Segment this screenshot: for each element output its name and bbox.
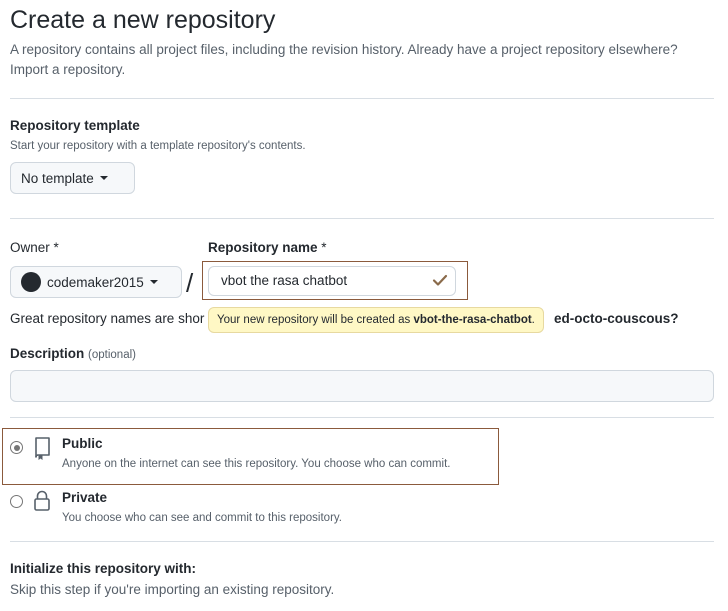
description-label: Description (optional) — [10, 346, 136, 361]
private-radio[interactable] — [10, 495, 23, 508]
owner-value: codemaker2015 — [47, 274, 144, 290]
required-mark: * — [53, 240, 59, 255]
suggested-name-link[interactable]: ed-octo-couscous? — [554, 311, 679, 326]
divider — [10, 541, 714, 542]
owner-select-button[interactable]: codemaker2015 — [10, 266, 182, 298]
template-select-label: No template — [21, 170, 94, 186]
public-help: Anyone on the internet can see this repo… — [62, 458, 451, 470]
initialize-label: Initialize this repository with: — [10, 561, 197, 576]
template-label: Repository template — [10, 118, 140, 133]
description-input[interactable] — [10, 370, 714, 402]
owner-label: Owner * — [10, 240, 59, 255]
tooltip-suffix: . — [531, 314, 535, 326]
template-select-button[interactable]: No template — [10, 162, 135, 194]
public-radio[interactable] — [10, 441, 23, 454]
optional-mark: (optional) — [88, 349, 136, 361]
avatar — [21, 272, 41, 292]
divider — [10, 98, 714, 99]
import-repository-link[interactable]: Import a repository. — [10, 62, 125, 77]
owner-repo-separator: / — [186, 268, 194, 298]
suggestion-prefix: Great repository names are shor — [10, 311, 205, 326]
description-label-text: Description — [10, 346, 85, 361]
lock-icon — [34, 490, 50, 511]
owner-label-text: Owner — [10, 240, 50, 255]
chevron-down-icon — [149, 280, 158, 284]
tooltip-prefix: Your new repository will be created as — [217, 314, 414, 326]
required-mark: * — [321, 240, 327, 255]
checkmark-icon — [432, 274, 448, 286]
page-subtitle: A repository contains all project files,… — [10, 40, 710, 80]
repo-name-tooltip: Your new repository will be created as v… — [208, 307, 544, 333]
repo-name-label-text: Repository name — [208, 240, 318, 255]
template-help: Start your repository with a template re… — [10, 140, 306, 152]
chevron-down-icon — [99, 176, 108, 180]
initialize-help: Skip this step if you're importing an ex… — [10, 582, 335, 597]
public-label: Public — [62, 436, 103, 451]
subtitle-text: A repository contains all project files,… — [10, 42, 678, 57]
private-help: You choose who can see and commit to thi… — [62, 512, 342, 524]
page-title: Create a new repository — [10, 6, 276, 34]
divider — [10, 218, 714, 219]
repo-icon — [35, 437, 50, 460]
divider — [10, 417, 714, 418]
private-label: Private — [62, 490, 108, 505]
tooltip-slug: vbot-the-rasa-chatbot — [413, 314, 532, 326]
repo-name-label: Repository name * — [208, 240, 327, 255]
repo-name-input[interactable]: vbot the rasa chatbot — [208, 266, 456, 296]
